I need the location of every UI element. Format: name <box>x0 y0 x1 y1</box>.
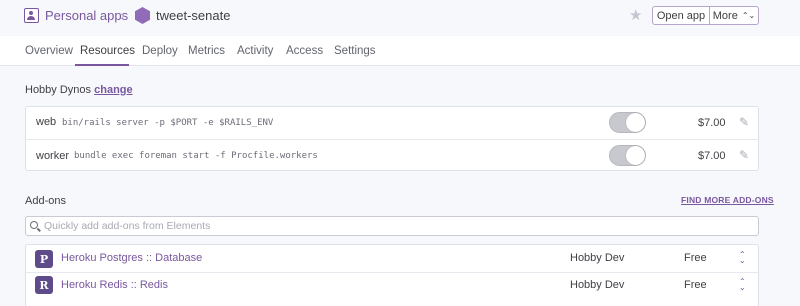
edit-pencil-icon[interactable]: ✎ <box>739 148 749 162</box>
chevron-updown-icon: ⌃⌄ <box>741 11 756 20</box>
tab-settings[interactable]: Settings <box>334 45 376 57</box>
addons-panel: P Heroku Postgres :: Database Hobby Dev … <box>25 244 759 306</box>
find-more-addons-link[interactable]: FIND MORE ADD-ONS <box>681 195 774 205</box>
dyno-type-worker: worker <box>36 150 70 162</box>
row-divider <box>26 139 758 140</box>
breadcrumb-chevron-icon: › <box>120 7 125 23</box>
toggle-knob <box>626 113 645 132</box>
dyno-price-worker: $7.00 <box>698 150 726 162</box>
more-button[interactable]: More ⌃⌄ <box>709 6 759 25</box>
breadcrumb-personal-apps[interactable]: Personal apps <box>45 8 128 23</box>
app-header: Personal apps › tweet-senate ★ Open app … <box>0 0 800 36</box>
dyno-price-web: $7.00 <box>698 117 726 129</box>
dyno-command-web: bin/rails server -p $PORT -e $RAILS_ENV <box>62 118 274 128</box>
edit-pencil-icon[interactable]: ✎ <box>739 115 749 129</box>
addon-plan-redis: Hobby Dev <box>570 279 625 291</box>
addon-search-input[interactable] <box>44 218 744 234</box>
tab-deploy[interactable]: Deploy <box>142 45 178 57</box>
dynos-title: Hobby Dynos <box>25 84 92 96</box>
dyno-toggle-worker[interactable] <box>609 145 646 166</box>
tab-metrics[interactable]: Metrics <box>188 45 225 57</box>
tab-access[interactable]: Access <box>286 45 323 57</box>
search-icon <box>30 221 38 229</box>
tab-resources[interactable]: Resources <box>80 45 135 57</box>
tab-activity[interactable]: Activity <box>237 45 273 57</box>
favorite-star-icon[interactable]: ★ <box>629 6 642 24</box>
toggle-knob <box>626 146 645 165</box>
addon-name-redis[interactable]: Heroku Redis :: Redis <box>61 279 168 291</box>
dyno-toggle-web[interactable] <box>609 112 646 133</box>
app-name: tweet-senate <box>156 8 231 23</box>
more-label: More <box>712 9 738 22</box>
tab-overview[interactable]: Overview <box>25 45 73 57</box>
dyno-type-web: web <box>36 116 57 128</box>
dynos-panel: web bin/rails server -p $PORT -e $RAILS_… <box>25 106 759 171</box>
plan-select-chevron-icon[interactable]: ⌃ ⌄ <box>739 251 746 265</box>
addons-title: Add-ons <box>25 195 66 207</box>
change-dynos-link[interactable]: change <box>94 84 133 96</box>
dyno-command-worker: bundle exec foreman start -f Procfile.wo… <box>74 151 318 161</box>
addon-search <box>25 216 759 236</box>
personal-account-icon <box>24 8 39 23</box>
active-tab-indicator <box>75 64 129 66</box>
redis-icon: R <box>35 276 53 294</box>
open-app-label: Open app <box>656 9 706 22</box>
postgres-elephant-icon: P <box>35 250 53 268</box>
addon-plan-postgres: Hobby Dev <box>570 252 625 264</box>
dynos-section-title: Hobby Dynos change <box>25 84 133 96</box>
plan-select-chevron-icon[interactable]: ⌃ ⌄ <box>739 278 746 292</box>
addon-name-postgres[interactable]: Heroku Postgres :: Database <box>61 252 202 264</box>
open-app-button[interactable]: Open app <box>652 6 710 25</box>
addon-price-postgres: Free <box>684 252 707 264</box>
app-hexagon-icon <box>135 7 150 24</box>
row-divider <box>26 272 758 273</box>
addon-price-redis: Free <box>684 279 707 291</box>
